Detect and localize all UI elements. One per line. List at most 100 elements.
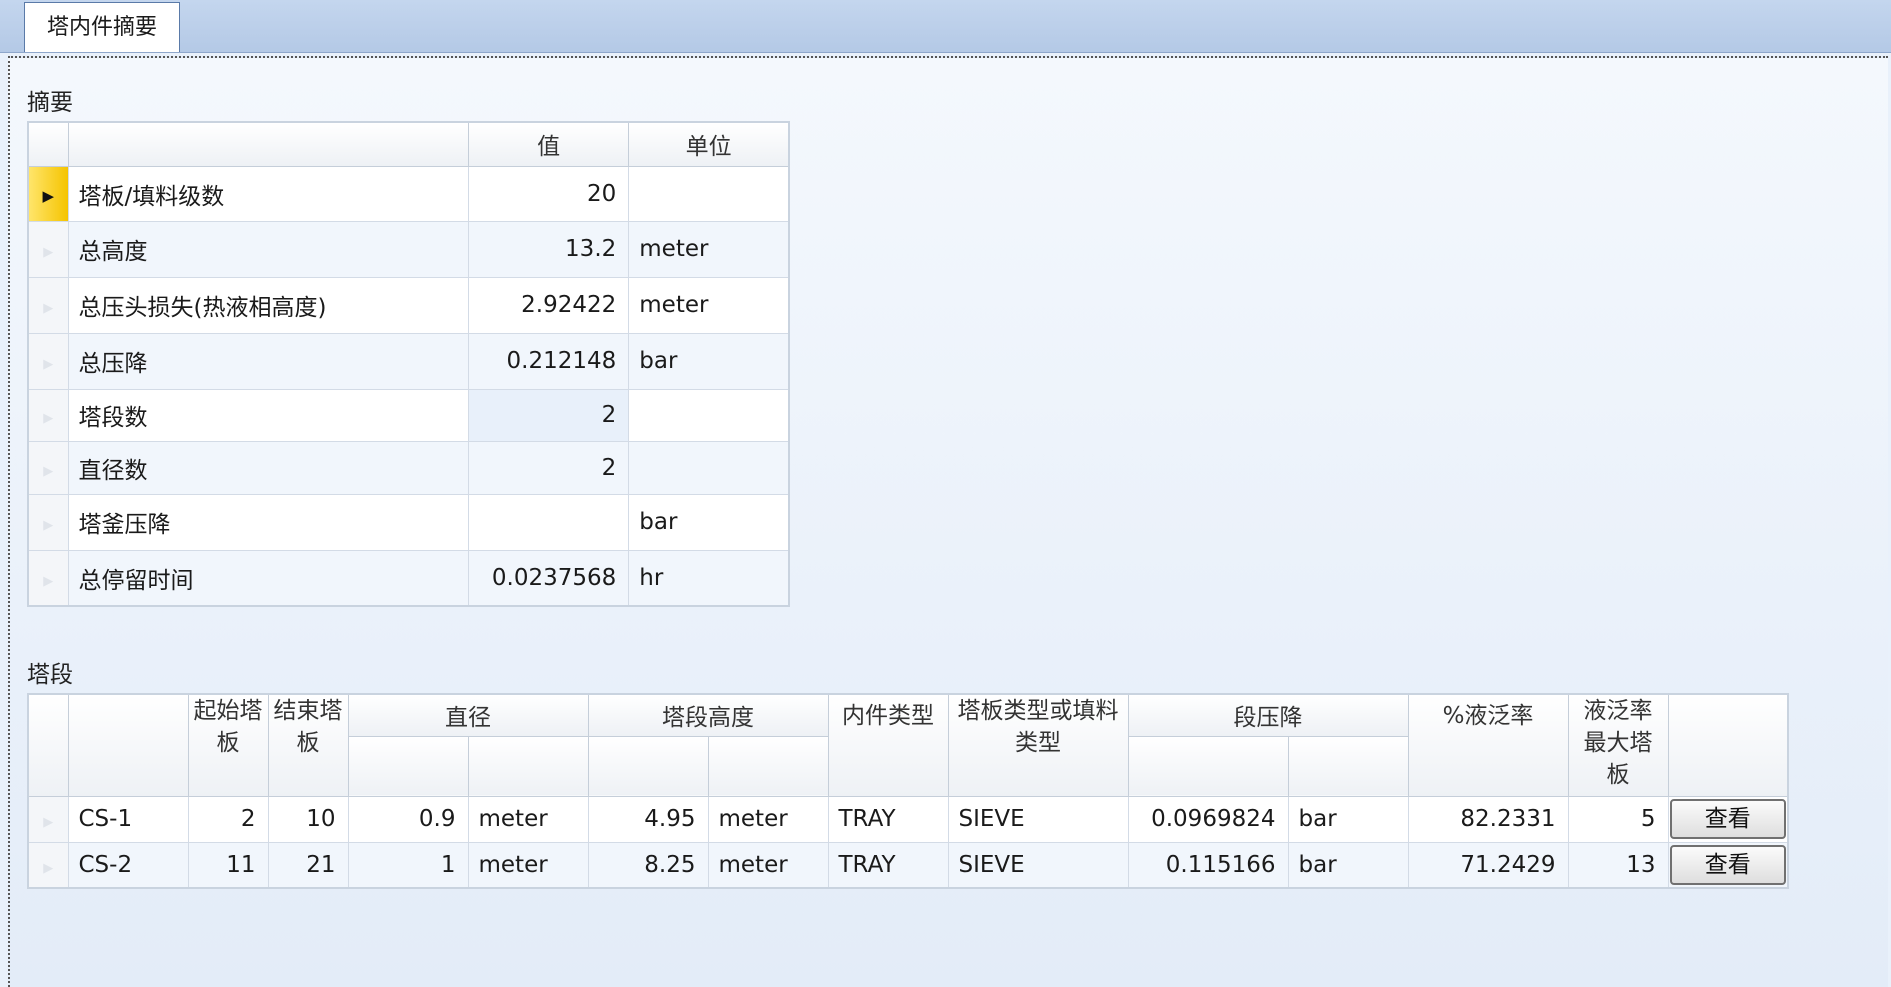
row-arrow-icon: ▶ — [43, 463, 54, 479]
summary-unit[interactable] — [628, 165, 790, 222]
summary-label: 直径数 — [67, 440, 470, 495]
section-start-tray[interactable]: 11 — [187, 841, 269, 889]
summary-unit[interactable]: meter — [628, 220, 790, 278]
summary-value[interactable]: 0.0237568 — [468, 549, 630, 607]
column-header-action — [1667, 693, 1789, 797]
row-arrow-icon: ▶ — [43, 301, 54, 316]
table-row[interactable]: ▶ 总压降 0.212148 bar — [27, 332, 790, 390]
row-selector[interactable]: ▶ — [27, 332, 69, 390]
column-header-value: 值 — [468, 121, 630, 167]
section-tray-type[interactable]: SIEVE — [947, 795, 1129, 843]
row-selector[interactable]: ▶ — [27, 440, 69, 495]
row-arrow-icon: ▶ — [43, 815, 54, 830]
section-pressure-drop-unit[interactable]: bar — [1287, 795, 1409, 843]
row-arrow-icon: ▶ — [43, 245, 54, 260]
table-row[interactable]: ▶ CS-2 11 21 1 meter 8.25 meter TRAY SIE… — [27, 841, 1789, 889]
table-row[interactable]: ▶ CS-1 2 10 0.9 meter 4.95 meter TRAY SI… — [27, 795, 1789, 843]
sections-table: 起始塔 板 结束塔 板 直径 塔段高度 内件类型 塔板类型或填料 类型 段压降 … — [27, 693, 1789, 889]
column-header-height-unit — [707, 735, 829, 797]
row-arrow-icon: ▶ — [43, 411, 54, 426]
section-pressure-drop[interactable]: 0.0969824 — [1127, 795, 1289, 843]
view-cell: 查看 — [1667, 841, 1789, 889]
table-row[interactable]: ▶ 塔釜压降 bar — [27, 493, 790, 551]
table-row[interactable]: ▶ 总压头损失(热液相高度) 2.92422 meter — [27, 276, 790, 334]
column-header-diameter-value — [347, 735, 469, 797]
column-header-pressure-drop: 段压降 — [1127, 693, 1409, 737]
summary-value[interactable] — [468, 493, 630, 551]
row-selector[interactable]: ▶ — [27, 388, 69, 442]
table-row[interactable]: ▶ 总高度 13.2 meter — [27, 220, 790, 278]
tab-column-internals-summary[interactable]: 塔内件摘要 — [24, 2, 180, 52]
section-height[interactable]: 4.95 — [587, 795, 709, 843]
row-selector[interactable]: ▶ — [27, 276, 69, 334]
section-end-tray[interactable]: 21 — [267, 841, 349, 889]
section-flood-percent[interactable]: 82.2331 — [1407, 795, 1569, 843]
row-header-corner — [27, 121, 69, 167]
section-pressure-drop-unit[interactable]: bar — [1287, 841, 1409, 889]
section-tray-type[interactable]: SIEVE — [947, 841, 1129, 889]
summary-table: 值 单位 ▶ 塔板/填料级数 20 ▶ 总高度 13.2 meter ▶ 总压头… — [27, 121, 790, 607]
summary-unit[interactable]: bar — [628, 493, 790, 551]
row-selector[interactable]: ▶ — [27, 165, 69, 222]
column-header-unit: 单位 — [628, 121, 790, 167]
section-diameter[interactable]: 1 — [347, 841, 469, 889]
column-header-dp-unit — [1287, 735, 1409, 797]
summary-value[interactable]: 2 — [468, 388, 630, 442]
summary-value[interactable]: 2 — [468, 440, 630, 495]
table-row[interactable]: ▶ 塔板/填料级数 20 — [27, 165, 790, 222]
section-flood-percent[interactable]: 71.2429 — [1407, 841, 1569, 889]
summary-value[interactable]: 2.92422 — [468, 276, 630, 334]
summary-label: 塔釜压降 — [67, 493, 470, 551]
section-internal-type[interactable]: TRAY — [827, 795, 949, 843]
section-max-flood-tray[interactable]: 13 — [1567, 841, 1669, 889]
section-pressure-drop[interactable]: 0.115166 — [1127, 841, 1289, 889]
column-header-dp-value — [1127, 735, 1289, 797]
row-selector[interactable]: ▶ — [27, 549, 69, 607]
summary-label: 塔板/填料级数 — [67, 165, 470, 222]
view-button[interactable]: 查看 — [1669, 799, 1786, 839]
summary-label: 总高度 — [67, 220, 470, 278]
summary-value[interactable]: 13.2 — [468, 220, 630, 278]
summary-value[interactable]: 0.212148 — [468, 332, 630, 390]
column-header-tray-packing-type: 塔板类型或填料 类型 — [947, 693, 1129, 797]
row-selector[interactable]: ▶ — [27, 841, 69, 889]
section-height-unit[interactable]: meter — [707, 841, 829, 889]
table-row[interactable]: ▶ 塔段数 2 — [27, 388, 790, 442]
sections-header-row: 起始塔 板 结束塔 板 直径 塔段高度 内件类型 塔板类型或填料 类型 段压降 … — [27, 693, 1789, 797]
table-row[interactable]: ▶ 总停留时间 0.0237568 hr — [27, 549, 790, 607]
column-header-internal-type: 内件类型 — [827, 693, 949, 797]
section-start-tray[interactable]: 2 — [187, 795, 269, 843]
summary-label: 总停留时间 — [67, 549, 470, 607]
section-diameter-unit[interactable]: meter — [467, 841, 589, 889]
table-row[interactable]: ▶ 直径数 2 — [27, 440, 790, 495]
summary-unit[interactable]: hr — [628, 549, 790, 607]
summary-unit[interactable] — [628, 440, 790, 495]
section-internal-type[interactable]: TRAY — [827, 841, 949, 889]
view-cell: 查看 — [1667, 795, 1789, 843]
summary-label: 总压降 — [67, 332, 470, 390]
summary-unit[interactable]: bar — [628, 332, 790, 390]
row-selector[interactable]: ▶ — [27, 493, 69, 551]
summary-value[interactable]: 20 — [468, 165, 630, 222]
summary-unit[interactable]: meter — [628, 276, 790, 334]
row-selector[interactable]: ▶ — [27, 220, 69, 278]
column-header-flood-percent: %液泛率 — [1407, 693, 1569, 797]
view-button[interactable]: 查看 — [1669, 844, 1786, 885]
column-header-section-height: 塔段高度 — [587, 693, 829, 737]
column-header-name — [67, 121, 470, 167]
section-height[interactable]: 8.25 — [587, 841, 709, 889]
row-selector[interactable]: ▶ — [27, 795, 69, 843]
section-diameter-unit[interactable]: meter — [467, 795, 589, 843]
section-diameter[interactable]: 0.9 — [347, 795, 469, 843]
summary-unit[interactable] — [628, 388, 790, 442]
section-end-tray[interactable]: 10 — [267, 795, 349, 843]
section-name[interactable]: CS-1 — [67, 795, 189, 843]
section-max-flood-tray[interactable]: 5 — [1567, 795, 1669, 843]
section-name[interactable]: CS-2 — [67, 841, 189, 889]
column-header-diameter: 直径 — [347, 693, 589, 737]
section-height-unit[interactable]: meter — [707, 795, 829, 843]
row-arrow-icon: ▶ — [43, 357, 54, 372]
summary-label: 总压头损失(热液相高度) — [67, 276, 470, 334]
row-arrow-icon: ▶ — [43, 860, 54, 876]
summary-header-row: 值 单位 — [27, 121, 790, 167]
